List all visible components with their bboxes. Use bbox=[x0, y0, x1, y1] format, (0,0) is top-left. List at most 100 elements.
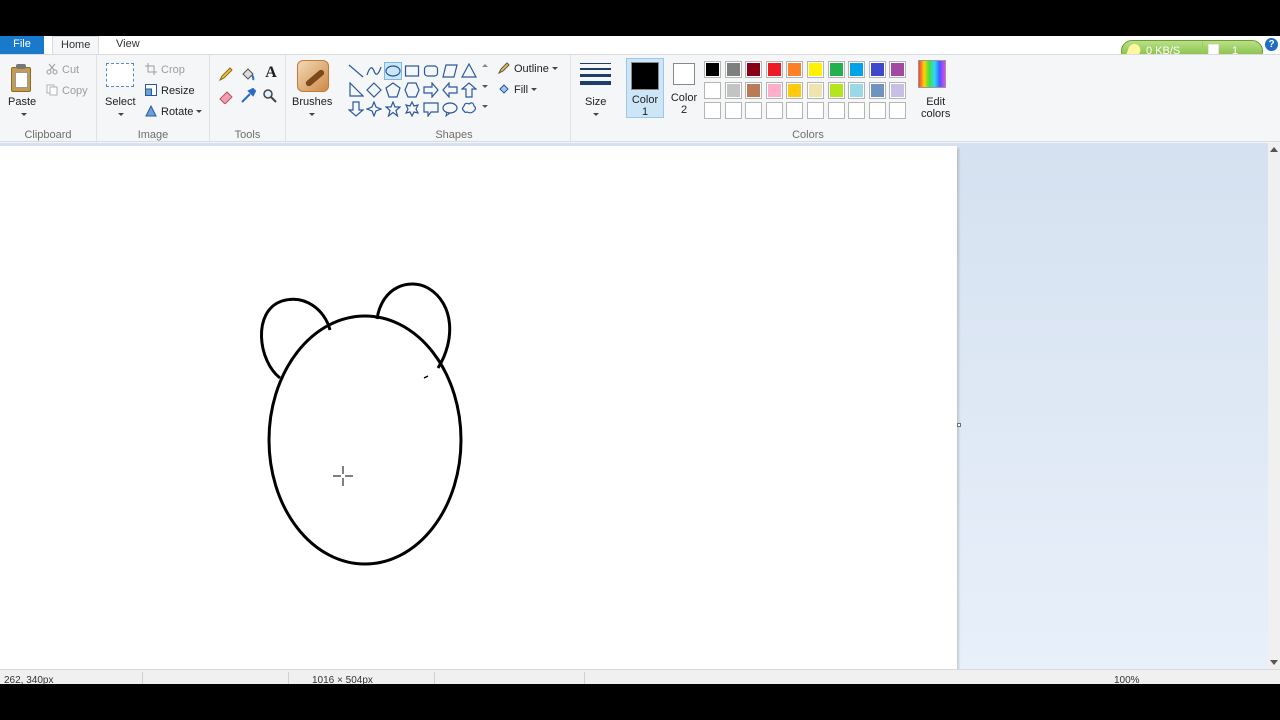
line-size-icon[interactable] bbox=[580, 63, 611, 89]
brushes-icon[interactable] bbox=[297, 60, 329, 92]
magnifier-icon[interactable] bbox=[262, 88, 278, 104]
palette-color-swatch[interactable] bbox=[786, 81, 804, 99]
six-point-star-shape-icon[interactable] bbox=[404, 101, 420, 117]
palette-color-swatch[interactable] bbox=[745, 81, 763, 99]
rotate-icon bbox=[145, 105, 157, 117]
palette-color-swatch[interactable] bbox=[807, 61, 824, 78]
right-arrow-shape-icon[interactable] bbox=[423, 82, 439, 98]
palette-color-fill bbox=[870, 63, 884, 76]
select-dropdown-chevron[interactable] bbox=[115, 109, 124, 121]
four-point-star-shape-icon[interactable] bbox=[366, 101, 382, 117]
palette-color-swatch[interactable] bbox=[868, 61, 886, 78]
line-shape-icon[interactable] bbox=[348, 63, 364, 79]
right-triangle-shape-icon[interactable] bbox=[348, 82, 364, 98]
polygon-shape-icon[interactable] bbox=[442, 63, 458, 79]
size-dropdown-chevron[interactable] bbox=[590, 109, 599, 121]
curve-shape-icon[interactable] bbox=[366, 63, 382, 79]
tab-home[interactable]: Home bbox=[52, 36, 100, 55]
palette-color-swatch[interactable] bbox=[745, 61, 763, 78]
help-icon[interactable]: ? bbox=[1265, 38, 1278, 51]
palette-color-swatch[interactable] bbox=[786, 61, 804, 78]
select-icon[interactable] bbox=[106, 63, 134, 87]
palette-color-fill bbox=[809, 63, 822, 76]
palette-color-swatch[interactable] bbox=[704, 81, 721, 99]
scroll-up-arrow-icon[interactable] bbox=[1270, 147, 1278, 152]
palette-color-swatch[interactable] bbox=[724, 61, 742, 78]
paste-button[interactable]: Paste bbox=[8, 96, 36, 108]
up-arrow-shape-icon[interactable] bbox=[461, 82, 477, 98]
rectangle-shape-icon[interactable] bbox=[404, 63, 420, 79]
palette-color-swatch[interactable] bbox=[827, 61, 845, 78]
palette-color-swatch[interactable] bbox=[868, 102, 886, 119]
size-button[interactable]: Size bbox=[585, 96, 606, 108]
color-1-number: 1 bbox=[641, 106, 649, 118]
oval-shape-icon[interactable] bbox=[384, 62, 402, 80]
palette-color-swatch[interactable] bbox=[786, 102, 804, 119]
ribbon-tabs: File Home View ? bbox=[0, 36, 1280, 55]
palette-color-swatch[interactable] bbox=[848, 61, 866, 78]
hexagon-shape-icon[interactable] bbox=[404, 82, 420, 98]
palette-color-swatch[interactable] bbox=[807, 81, 824, 99]
resize-button[interactable]: Resize bbox=[145, 84, 195, 97]
fill-bucket-icon[interactable] bbox=[240, 66, 256, 82]
paste-dropdown-chevron[interactable] bbox=[18, 109, 27, 121]
palette-color-fill bbox=[809, 83, 822, 97]
brushes-button[interactable]: Brushes bbox=[292, 96, 332, 108]
select-button[interactable]: Select bbox=[105, 96, 136, 108]
crop-button[interactable]: Crop bbox=[145, 63, 185, 76]
palette-color-swatch[interactable] bbox=[848, 102, 866, 119]
rounded-rectangle-shape-icon[interactable] bbox=[423, 63, 439, 79]
file-tab[interactable]: File bbox=[0, 36, 44, 54]
pencil-icon[interactable] bbox=[218, 66, 234, 82]
brushes-dropdown-chevron[interactable] bbox=[306, 109, 315, 121]
palette-color-swatch[interactable] bbox=[889, 81, 907, 99]
palette-color-swatch[interactable] bbox=[848, 81, 866, 99]
cut-button[interactable]: Cut bbox=[46, 63, 79, 76]
pentagon-shape-icon[interactable] bbox=[385, 82, 401, 98]
palette-color-swatch[interactable] bbox=[765, 102, 783, 119]
fill-button[interactable]: Fill bbox=[498, 83, 538, 96]
tab-view[interactable]: View bbox=[108, 36, 148, 55]
rotate-button[interactable]: Rotate bbox=[145, 105, 203, 118]
drawing-canvas[interactable] bbox=[0, 146, 957, 669]
cloud-callout-shape-icon[interactable] bbox=[461, 101, 477, 117]
rectangle-callout-shape-icon[interactable] bbox=[423, 101, 439, 117]
edit-colors-button[interactable]: Edit colors bbox=[921, 96, 950, 120]
shapes-gallery-scroll[interactable] bbox=[481, 60, 491, 116]
clipboard-group-label: Clipboard bbox=[24, 129, 72, 141]
palette-color-swatch[interactable] bbox=[827, 102, 845, 119]
color-picker-icon[interactable] bbox=[240, 88, 256, 104]
ribbon: Paste Cut Copy Clipboard Select Crop Res… bbox=[0, 54, 1280, 143]
five-point-star-shape-icon[interactable] bbox=[385, 101, 401, 117]
scroll-down-arrow-icon[interactable] bbox=[1270, 660, 1278, 665]
paste-icon[interactable] bbox=[9, 63, 33, 93]
edit-colors-icon[interactable] bbox=[918, 60, 946, 88]
palette-color-swatch[interactable] bbox=[868, 81, 886, 99]
color-1-button[interactable]: Color 1 bbox=[626, 58, 664, 118]
triangle-shape-icon[interactable] bbox=[461, 63, 477, 79]
face-oval-stroke bbox=[267, 314, 463, 566]
palette-color-fill bbox=[788, 63, 802, 76]
canvas-resize-handle[interactable] bbox=[957, 423, 961, 427]
down-arrow-shape-icon[interactable] bbox=[348, 101, 364, 117]
palette-color-swatch[interactable] bbox=[889, 61, 907, 78]
left-arrow-shape-icon[interactable] bbox=[442, 82, 458, 98]
palette-color-swatch[interactable] bbox=[765, 61, 783, 78]
palette-color-swatch[interactable] bbox=[724, 102, 742, 119]
text-tool-icon[interactable]: A bbox=[263, 64, 279, 81]
palette-color-swatch[interactable] bbox=[704, 102, 721, 119]
palette-color-swatch[interactable] bbox=[765, 81, 783, 99]
palette-color-swatch[interactable] bbox=[704, 61, 721, 78]
palette-color-swatch[interactable] bbox=[889, 102, 907, 119]
palette-color-swatch[interactable] bbox=[807, 102, 824, 119]
palette-color-swatch[interactable] bbox=[745, 102, 763, 119]
vertical-scrollbar[interactable] bbox=[1268, 143, 1280, 669]
eraser-icon[interactable] bbox=[218, 88, 234, 104]
oval-callout-shape-icon[interactable] bbox=[442, 101, 458, 117]
outline-button[interactable]: Outline bbox=[498, 62, 558, 75]
copy-button[interactable]: Copy bbox=[46, 84, 88, 97]
color-2-button[interactable]: Color 2 bbox=[665, 58, 703, 118]
palette-color-swatch[interactable] bbox=[827, 81, 845, 99]
diamond-shape-icon[interactable] bbox=[366, 82, 382, 98]
palette-color-swatch[interactable] bbox=[724, 81, 742, 99]
